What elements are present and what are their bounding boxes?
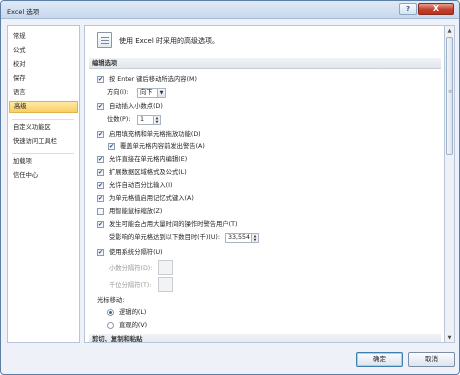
fill-handle-option[interactable]: ✔ 启用填充柄和单元格拖放功能(D): [97, 129, 337, 140]
cursor-logical-option[interactable]: 逻辑的(L): [107, 307, 187, 318]
advanced-options-panel: 使用 Excel 时采用的高级选项。 编辑选项 ✔ 按 Enter 键后移动所选…: [84, 25, 445, 343]
section-cut-copy-paste: 剪切、复制和粘贴: [89, 334, 441, 342]
cursor-visual-radio[interactable]: [107, 322, 114, 329]
edit-in-cell-checkbox[interactable]: ✔: [97, 156, 104, 163]
auto-percent-label: 允许自动百分比输入(I): [109, 182, 173, 189]
nav-item-advanced[interactable]: 高级: [9, 101, 78, 113]
page-header-text: 使用 Excel 时采用的高级选项。: [119, 37, 219, 45]
options-page-icon: [97, 32, 112, 48]
auto-percent-option[interactable]: ✔ 允许自动百分比输入(I): [97, 180, 337, 191]
cursor-visual-option[interactable]: 直观的(V): [107, 320, 187, 331]
nav-item-proofing[interactable]: 校对: [8, 59, 79, 71]
cursor-movement-label: 光标移动:: [97, 297, 125, 304]
excel-options-dialog: Excel 选项 ? X 常规 公式 校对 保存 语言 高级 自定义功能区 快速…: [0, 0, 460, 375]
cursor-visual-label: 直观的(V): [119, 322, 148, 329]
nav-item-add-ins[interactable]: 加载项: [8, 156, 79, 168]
chevron-down-icon[interactable]: ▼: [157, 89, 165, 97]
alert-slow-label: 发生可能会占用大量时间的操作时警告用户(T): [109, 221, 238, 228]
intellimouse-zoom-label: 用智能鼠标缩放(Z): [109, 208, 163, 215]
ok-button[interactable]: 确定: [356, 352, 403, 367]
alert-slow-option[interactable]: ✔ 发生可能会占用大量时间的操作时警告用户(T): [97, 219, 357, 230]
help-button[interactable]: ?: [399, 3, 417, 15]
fill-handle-label: 启用填充柄和单元格拖放功能(D): [109, 131, 201, 138]
close-icon: X: [432, 4, 440, 13]
close-button[interactable]: X: [418, 3, 454, 15]
auto-decimal-checkbox[interactable]: ✔: [97, 103, 104, 110]
scroll-down-icon[interactable]: ▼: [445, 333, 454, 343]
cursor-logical-radio[interactable]: [107, 309, 114, 316]
nav-divider: [12, 119, 74, 120]
nav-item-quick-access-toolbar[interactable]: 快速访问工具栏: [8, 136, 79, 148]
nav-item-save[interactable]: 保存: [8, 73, 79, 85]
direction-value: 向下: [140, 89, 153, 96]
intellimouse-zoom-option[interactable]: 用智能鼠标缩放(Z): [97, 206, 337, 217]
title-bar: Excel 选项 ? X: [1, 1, 459, 19]
direction-select[interactable]: 向下 ▼: [137, 88, 166, 98]
alert-slow-checkbox[interactable]: ✔: [97, 221, 104, 228]
grip-icon: ≡: [448, 89, 453, 95]
places-spinner[interactable]: 1 ▲ ▼: [137, 115, 161, 125]
scroll-thumb[interactable]: ≡: [446, 37, 453, 155]
scroll-up-icon[interactable]: ▲: [445, 26, 454, 36]
alert-overwrite-label: 覆盖单元格内容前发出警告(A): [120, 143, 205, 150]
alert-overwrite-checkbox[interactable]: ✔: [108, 143, 115, 150]
help-icon: ?: [405, 5, 411, 13]
autocomplete-checkbox[interactable]: ✔: [97, 195, 104, 202]
edit-in-cell-label: 允许直接在单元格内编辑(E): [109, 156, 188, 163]
move-after-enter-checkbox[interactable]: ✔: [97, 76, 104, 83]
auto-percent-checkbox[interactable]: ✔: [97, 182, 104, 189]
options-nav: 常规 公式 校对 保存 语言 高级 自定义功能区 快速访问工具栏 加载项 信任中…: [7, 25, 80, 343]
nav-item-customize-ribbon[interactable]: 自定义功能区: [8, 122, 79, 134]
nav-item-formulas[interactable]: 公式: [8, 45, 79, 57]
move-after-enter-label: 按 Enter 键后移动所选内容(M): [109, 76, 197, 83]
cancel-button[interactable]: 取消: [408, 352, 455, 367]
options-scrollbar[interactable]: ▲ ≡ ▼: [445, 25, 455, 343]
nav-item-general[interactable]: 常规: [8, 31, 79, 43]
extend-formats-option[interactable]: ✔ 扩展数据区域格式及公式(L): [97, 167, 337, 178]
system-separators-checkbox[interactable]: ✔: [97, 249, 104, 256]
cursor-logical-label: 逻辑的(L): [119, 309, 147, 316]
autocomplete-label: 为单元格值启用记忆式键入(A): [109, 195, 194, 202]
move-after-enter-option[interactable]: ✔ 按 Enter 键后移动所选内容(M): [97, 74, 337, 85]
cells-affected-spin-buttons[interactable]: ▲ ▼: [251, 234, 258, 242]
cells-affected-spinner[interactable]: 33,554 ▲ ▼: [225, 233, 259, 243]
auto-decimal-label: 自动插入小数点(D): [109, 103, 163, 110]
system-separators-label: 使用系统分隔符(U): [109, 249, 163, 256]
alert-overwrite-option[interactable]: ✔ 覆盖单元格内容前发出警告(A): [108, 141, 348, 152]
fill-handle-checkbox[interactable]: ✔: [97, 131, 104, 138]
decimal-separator-input[interactable]: [158, 260, 173, 275]
nav-item-trust-center[interactable]: 信任中心: [8, 170, 79, 182]
auto-decimal-option[interactable]: ✔ 自动插入小数点(D): [97, 101, 337, 112]
extend-formats-checkbox[interactable]: ✔: [97, 169, 104, 176]
extend-formats-label: 扩展数据区域格式及公式(L): [109, 169, 187, 176]
edit-in-cell-option[interactable]: ✔ 允许直接在单元格内编辑(E): [97, 154, 337, 165]
places-spin-buttons[interactable]: ▲ ▼: [153, 116, 160, 124]
nav-divider: [12, 153, 74, 154]
nav-item-language[interactable]: 语言: [8, 87, 79, 99]
section-edit-options: 编辑选项: [89, 58, 441, 69]
window-title: Excel 选项: [7, 8, 40, 16]
autocomplete-option[interactable]: ✔ 为单元格值启用记忆式键入(A): [97, 193, 337, 204]
system-separators-option[interactable]: ✔ 使用系统分隔符(U): [97, 247, 337, 258]
places-value: 1: [140, 116, 145, 123]
intellimouse-zoom-checkbox[interactable]: [97, 208, 104, 215]
cells-affected-value: 33,554: [228, 234, 251, 241]
thousands-separator-input[interactable]: [158, 277, 173, 292]
